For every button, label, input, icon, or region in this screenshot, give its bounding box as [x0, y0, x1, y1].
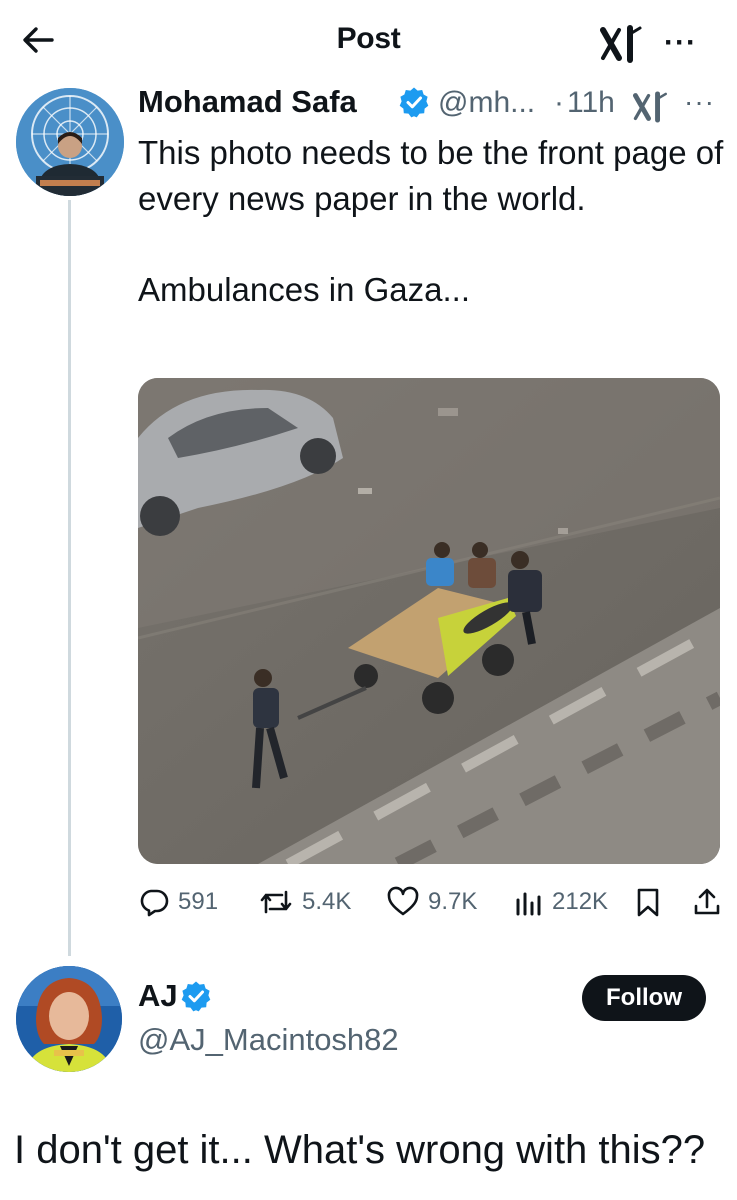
reply-button[interactable]: 591 [138, 884, 218, 920]
post-more-button[interactable]: ··· [684, 86, 715, 118]
reply-author-handle[interactable]: @AJ_Macintosh82 [138, 1022, 399, 1058]
avatar[interactable] [16, 88, 124, 196]
post-time[interactable]: 11h [567, 86, 615, 120]
reply-avatar[interactable] [16, 966, 122, 1072]
separator-dot: · [554, 86, 564, 119]
thread-line [68, 200, 71, 956]
post-text: This photo needs to be the front page of… [138, 134, 724, 308]
post-photo[interactable] [138, 378, 720, 864]
like-button[interactable]: 9.7K [386, 884, 477, 920]
reply-author-name[interactable]: AJ [138, 978, 178, 1014]
top-bar: Post ··· [0, 0, 737, 82]
reply-icon [140, 889, 169, 917]
share-button[interactable] [692, 884, 730, 920]
post-actions: 591 5.4K 9.7K 212K [138, 880, 728, 924]
grok-button[interactable] [633, 90, 669, 124]
author-name[interactable]: Mohamad Safa [138, 84, 357, 120]
like-count: 9.7K [428, 888, 478, 915]
avatar-image [16, 88, 124, 196]
share-icon [694, 888, 720, 915]
views-icon [516, 892, 541, 916]
post-page: Post ··· Mohamad Safa @mh... · 11h ··· T… [0, 0, 737, 1200]
grok-button[interactable] [600, 24, 644, 64]
photo-image [138, 378, 720, 864]
views-count: 212K [552, 888, 609, 915]
repost-icon [260, 890, 292, 914]
reply-count: 591 [178, 888, 219, 915]
bookmark-button[interactable] [634, 884, 670, 920]
repost-count: 5.4K [302, 888, 352, 915]
views-button[interactable]: 212K [514, 884, 608, 920]
more-icon: ··· [684, 86, 715, 117]
verified-badge-icon [398, 86, 430, 118]
follow-button[interactable]: Follow [582, 975, 706, 1021]
grok-icon [600, 25, 642, 63]
verified-badge-icon [180, 980, 212, 1012]
avatar-image [16, 966, 122, 1072]
grok-icon [633, 91, 667, 123]
repost-button[interactable]: 5.4K [258, 884, 351, 920]
more-button[interactable]: ··· [664, 26, 697, 60]
reply-text: I don't get it... What's wrong with this… [14, 1128, 706, 1172]
bookmark-icon [637, 888, 659, 917]
more-icon: ··· [664, 26, 697, 59]
heart-icon [387, 886, 419, 916]
author-handle[interactable]: @mh... [438, 86, 535, 120]
